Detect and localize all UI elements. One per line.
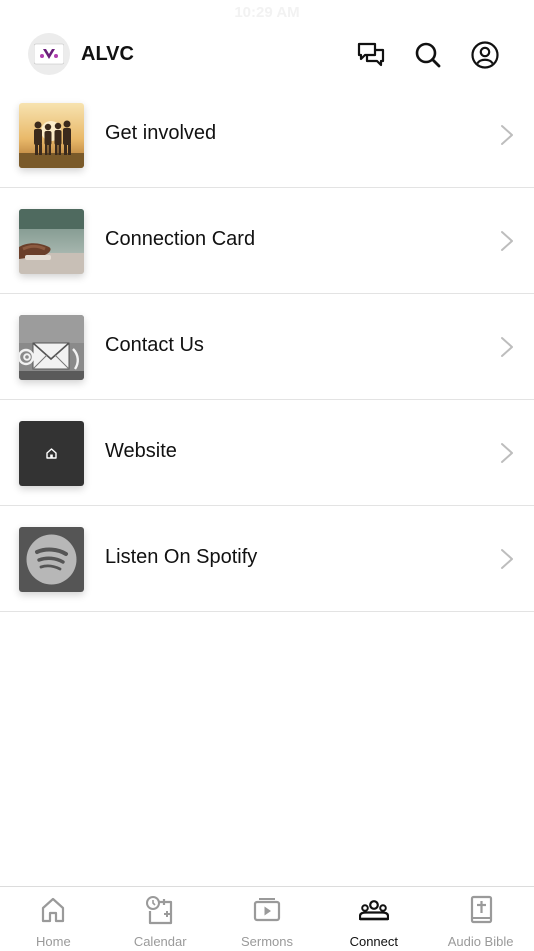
logo-mark-icon [34,43,64,65]
tab-label: Connect [349,934,398,949]
menu-item-label: Connection Card [105,228,256,250]
menu-item-get-involved[interactable]: Get involved [0,82,534,188]
menu-item-label: Website [105,440,177,462]
chevron-right-icon [501,549,513,569]
tab-label: Sermons [240,934,293,949]
tab-audio-bible[interactable]: Audio Bible [427,887,534,951]
menu-item-contact-us[interactable]: Contact Us [0,294,534,400]
connect-menu-list: Get involved Connection Card Contact Us … [0,82,534,612]
people-sunset-thumbnail [19,103,84,168]
menu-item-listen-on-spotify[interactable]: Listen On Spotify [0,506,534,612]
tab-home[interactable]: Home [0,887,107,951]
menu-item-label: Get involved [105,122,217,144]
app-title: ALVC [81,43,134,65]
app-header: ALVC [0,30,534,78]
account-icon[interactable] [470,40,500,70]
menu-item-connection-card[interactable]: Connection Card [0,188,534,294]
status-bar-time: 10:29 AM [234,4,300,21]
app-logo[interactable] [28,33,70,75]
chevron-right-icon [501,231,513,251]
spotify-thumbnail [19,527,84,592]
chevron-right-icon [501,337,513,357]
tab-sermons[interactable]: Sermons [214,887,321,951]
mail-envelope-thumbnail [19,315,84,380]
home-icon [42,897,65,923]
bottom-tab-bar: Home Calendar Sermons Connect Audio Bibl… [0,886,534,951]
menu-item-website[interactable]: Website [0,400,534,506]
hands-nature-thumbnail [19,209,84,274]
tab-label: Calendar [133,934,187,949]
play-icon [253,898,281,922]
menu-item-label: Listen On Spotify [105,546,258,568]
spotify-icon [26,534,77,585]
chevron-right-icon [501,125,513,145]
group-icon [358,900,389,921]
tab-connect[interactable]: Connect [320,887,427,951]
search-icon[interactable] [413,40,443,70]
chevron-right-icon [501,443,513,463]
tab-label: Home [36,934,71,949]
calendar-icon [146,896,173,925]
bible-icon [470,895,492,924]
tab-calendar[interactable]: Calendar [107,887,214,951]
tab-label: Audio Bible [447,934,514,949]
website-thumbnail [19,421,84,486]
chat-icon[interactable] [356,40,386,70]
menu-item-label: Contact Us [105,334,204,356]
